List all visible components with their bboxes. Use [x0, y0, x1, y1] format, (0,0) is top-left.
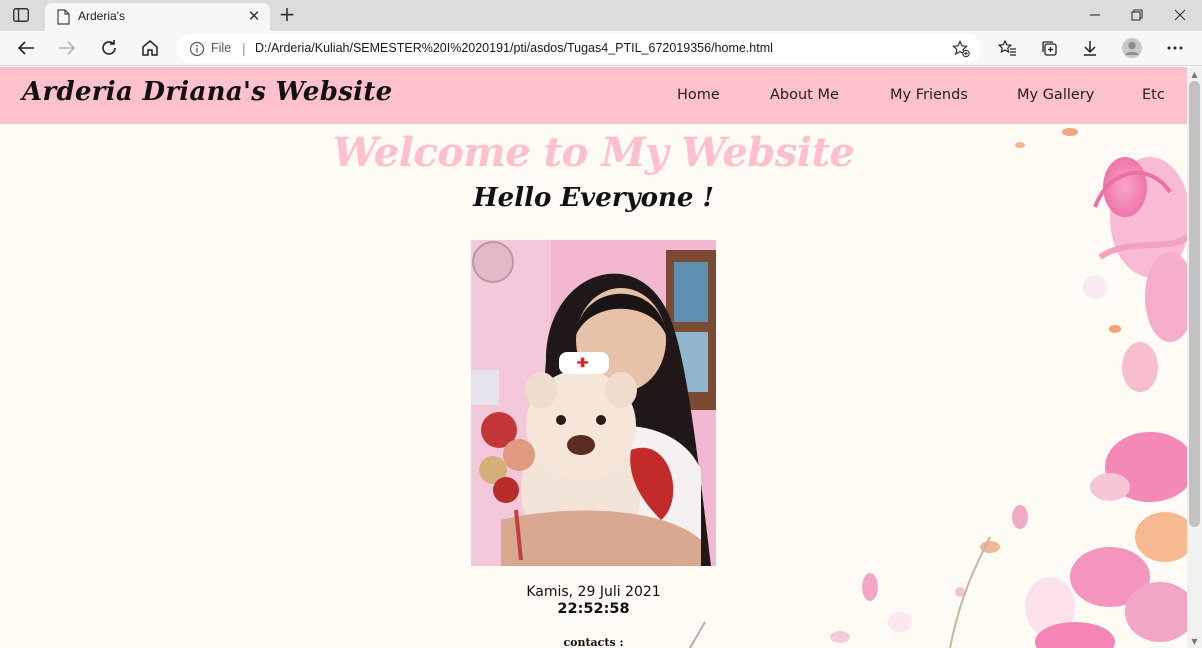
- collections-icon[interactable]: [1036, 36, 1062, 60]
- reload-icon[interactable]: [96, 36, 122, 60]
- home-icon[interactable]: [137, 36, 163, 60]
- restore-icon[interactable]: [1117, 2, 1157, 28]
- scroll-up-arrow-icon[interactable]: ▲: [1187, 67, 1202, 81]
- nav-etc[interactable]: Etc: [1142, 87, 1165, 103]
- forward-arrow-icon[interactable]: [54, 36, 80, 60]
- minimize-icon[interactable]: [1075, 2, 1115, 28]
- favorites-icon[interactable]: [994, 36, 1020, 60]
- download-icon[interactable]: [1077, 36, 1103, 60]
- scroll-down-arrow-icon[interactable]: ▼: [1187, 634, 1202, 648]
- profile-icon[interactable]: [1119, 36, 1145, 60]
- address-url[interactable]: D:/Arderia/Kuliah/SEMESTER%20I%2020191/p…: [255, 41, 773, 55]
- contacts-label: contacts :: [563, 636, 624, 648]
- close-icon[interactable]: [1160, 2, 1200, 28]
- browser-toolbar: File | D:/Arderia/Kuliah/SEMESTER%20I%20…: [0, 31, 1202, 66]
- profile-photo: [471, 240, 716, 566]
- tab-title: Arderia's: [78, 9, 125, 23]
- more-icon[interactable]: [1162, 36, 1188, 60]
- nav-home[interactable]: Home: [677, 87, 720, 103]
- sidebar-icon[interactable]: [12, 7, 30, 23]
- address-bar[interactable]: File | D:/Arderia/Kuliah/SEMESTER%20I%20…: [177, 34, 981, 63]
- current-time: 22:52:58: [557, 601, 630, 617]
- back-arrow-icon[interactable]: [13, 36, 39, 60]
- nav-my-friends[interactable]: My Friends: [890, 87, 968, 103]
- close-tab-icon[interactable]: ✕: [245, 7, 263, 25]
- nav-about-me[interactable]: About Me: [770, 87, 839, 103]
- address-scheme: File: [211, 41, 232, 55]
- site-brand[interactable]: Arderia Driana's Website: [22, 77, 393, 107]
- site-navbar: Arderia Driana's Website Home About Me M…: [0, 67, 1187, 124]
- tab-strip: Arderia's ✕ +: [0, 0, 1202, 31]
- page-scrollbar[interactable]: ▲ ▼: [1187, 67, 1202, 648]
- scroll-thumb[interactable]: [1189, 81, 1200, 527]
- current-date: Kamis, 29 Juli 2021: [526, 584, 661, 600]
- browser-tab[interactable]: Arderia's ✕: [45, 3, 270, 31]
- page-viewport: Arderia Driana's Website Home About Me M…: [0, 67, 1187, 648]
- welcome-heading: Welcome to My Website: [332, 129, 855, 176]
- page-icon: [57, 9, 70, 25]
- address-separator: |: [242, 40, 246, 56]
- info-icon[interactable]: [189, 41, 205, 57]
- add-favorite-icon[interactable]: [952, 40, 970, 58]
- new-tab-button[interactable]: +: [277, 4, 297, 24]
- hello-heading: Hello Everyone !: [473, 183, 714, 213]
- nav-my-gallery[interactable]: My Gallery: [1017, 87, 1094, 103]
